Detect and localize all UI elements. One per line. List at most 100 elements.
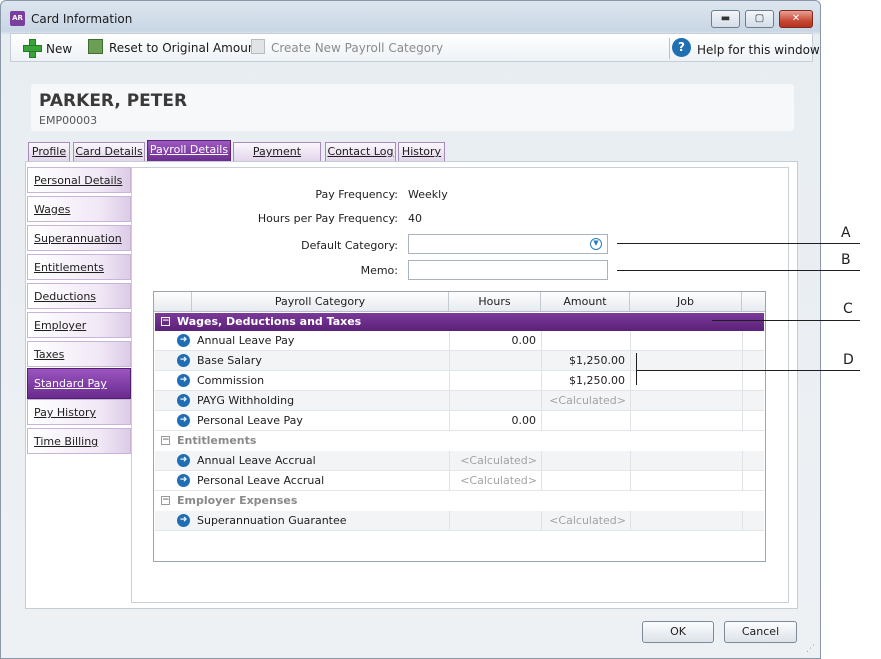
pay-frequency-label: Pay Frequency:: [315, 188, 398, 201]
cell-hours[interactable]: [450, 511, 542, 530]
nav-pay-history[interactable]: Pay History: [27, 399, 131, 425]
nav-personal-details[interactable]: Personal Details: [27, 167, 131, 193]
nav-wages[interactable]: Wages: [27, 196, 131, 222]
table-row[interactable]: ➜ Personal Leave Pay 0.00: [155, 411, 764, 431]
collapse-icon[interactable]: −: [161, 496, 170, 505]
arrow-right-icon[interactable]: ➜: [177, 354, 190, 367]
callout-b-label: B: [841, 252, 851, 268]
arrow-right-icon[interactable]: ➜: [177, 454, 190, 467]
maximize-button[interactable]: ▢: [745, 10, 774, 28]
cell-job[interactable]: [631, 511, 743, 530]
nav-superannuation[interactable]: Superannuation: [27, 225, 131, 251]
cell-category: Base Salary: [193, 351, 450, 370]
callout-c-line: [712, 320, 860, 321]
callout-c-label: C: [843, 301, 853, 317]
table-row[interactable]: ➜ Personal Leave Accrual <Calculated>: [155, 471, 764, 491]
help-button[interactable]: ? Help for this window: [672, 38, 820, 60]
arrow-right-icon[interactable]: ➜: [177, 394, 190, 407]
nav-employer-expenses[interactable]: Employer Expenses: [27, 312, 131, 357]
column-header-job[interactable]: Job: [630, 292, 742, 311]
nav-taxes[interactable]: Taxes: [27, 341, 131, 367]
create-category-label: Create New Payroll Category: [271, 41, 444, 55]
cell-category: Superannuation Guarantee: [193, 511, 450, 530]
cell-hours[interactable]: 0.00: [450, 411, 542, 430]
cell-job[interactable]: [631, 351, 743, 370]
cell-job[interactable]: [631, 371, 743, 390]
callout-d-bracket: [636, 353, 637, 385]
cell-hours[interactable]: 0.00: [450, 331, 542, 350]
table-row[interactable]: ➜ Base Salary $1,250.00: [155, 351, 764, 371]
tab-payroll-details[interactable]: Payroll Details: [147, 140, 231, 161]
reset-to-original-amount-button[interactable]: Reset to Original Amount: [88, 39, 261, 56]
tab-payment-details[interactable]: Payment Details: [233, 142, 321, 176]
callout-d-label: D: [843, 352, 854, 368]
tab-profile[interactable]: Profile: [28, 142, 70, 161]
cell-hours[interactable]: [450, 371, 542, 390]
arrow-right-icon[interactable]: ➜: [177, 514, 190, 527]
arrow-right-icon[interactable]: ➜: [177, 334, 190, 347]
callout-a-line: [617, 243, 860, 244]
column-header-amount[interactable]: Amount: [541, 292, 630, 311]
tab-history[interactable]: History: [398, 142, 445, 161]
pay-frequency-value: Weekly: [408, 188, 448, 201]
table-row[interactable]: ➜ Superannuation Guarantee <Calculated>: [155, 511, 764, 531]
card-information-window: AR Card Information ▬ ▢ ✕ New Reset to O…: [0, 0, 821, 659]
close-button[interactable]: ✕: [779, 10, 813, 28]
section-entitlements[interactable]: − Entitlements: [155, 431, 764, 451]
cell-amount[interactable]: $1,250.00: [542, 351, 631, 370]
app-icon: AR: [10, 11, 25, 26]
cell-job[interactable]: [631, 391, 743, 410]
column-header-payroll-category[interactable]: Payroll Category: [192, 292, 449, 311]
window-title: Card Information: [31, 12, 133, 26]
create-new-payroll-category-button[interactable]: Create New Payroll Category: [251, 39, 444, 56]
table-row[interactable]: ➜ PAYG Withholding <Calculated>: [155, 391, 764, 411]
toolbar-separator: [669, 38, 670, 59]
new-button[interactable]: New: [23, 39, 73, 58]
table-row[interactable]: ➜ Commission $1,250.00: [155, 371, 764, 391]
cell-category: Commission: [193, 371, 450, 390]
cell-job[interactable]: [631, 451, 743, 470]
help-icon: ?: [672, 38, 691, 57]
ok-button[interactable]: OK: [642, 621, 714, 643]
nav-time-billing[interactable]: Time Billing: [27, 428, 131, 454]
table-row[interactable]: ➜ Annual Leave Pay 0.00: [155, 331, 764, 351]
memo-input[interactable]: [408, 260, 608, 280]
cell-category: Annual Leave Pay: [193, 331, 450, 350]
tab-contact-log[interactable]: Contact Log: [325, 142, 396, 161]
hours-per-pay-frequency-label: Hours per Pay Frequency:: [257, 212, 398, 225]
tab-card-details[interactable]: Card Details: [73, 142, 145, 161]
section-wages-deductions-taxes[interactable]: − Wages, Deductions and Taxes: [155, 313, 764, 331]
nav-entitlements[interactable]: Entitlements: [27, 254, 131, 280]
cell-job[interactable]: [631, 331, 743, 350]
collapse-icon[interactable]: −: [161, 317, 170, 326]
cell-amount: <Calculated>: [542, 391, 631, 410]
callout-b-line: [617, 270, 860, 271]
minimize-button[interactable]: ▬: [711, 10, 740, 28]
arrow-right-icon[interactable]: ➜: [177, 414, 190, 427]
section-employer-expenses[interactable]: − Employer Expenses: [155, 491, 764, 511]
cell-amount[interactable]: [542, 411, 631, 430]
cell-hours[interactable]: [450, 391, 542, 410]
cell-job[interactable]: [631, 411, 743, 430]
resize-grip-icon[interactable]: ⋰: [806, 644, 818, 656]
reset-button-label: Reset to Original Amount: [109, 41, 261, 55]
cancel-button[interactable]: Cancel: [724, 621, 797, 643]
cell-amount[interactable]: $1,250.00: [542, 371, 631, 390]
cell-amount[interactable]: [542, 451, 631, 470]
cell-job[interactable]: [631, 471, 743, 490]
hours-per-pay-frequency-value: 40: [408, 212, 422, 225]
column-header-hours[interactable]: Hours: [449, 292, 541, 311]
new-button-label: New: [46, 42, 73, 56]
cell-hours[interactable]: [450, 351, 542, 370]
employee-header: PARKER, PETER EMP00003: [31, 84, 794, 131]
default-category-select[interactable]: ▼: [408, 234, 608, 254]
chevron-down-icon[interactable]: ▼: [590, 238, 602, 250]
cell-amount[interactable]: [542, 471, 631, 490]
nav-standard-pay[interactable]: Standard Pay: [27, 368, 131, 399]
cell-amount[interactable]: [542, 331, 631, 350]
arrow-right-icon[interactable]: ➜: [177, 474, 190, 487]
table-row[interactable]: ➜ Annual Leave Accrual <Calculated>: [155, 451, 764, 471]
nav-deductions[interactable]: Deductions: [27, 283, 131, 309]
arrow-right-icon[interactable]: ➜: [177, 374, 190, 387]
collapse-icon[interactable]: −: [161, 436, 170, 445]
